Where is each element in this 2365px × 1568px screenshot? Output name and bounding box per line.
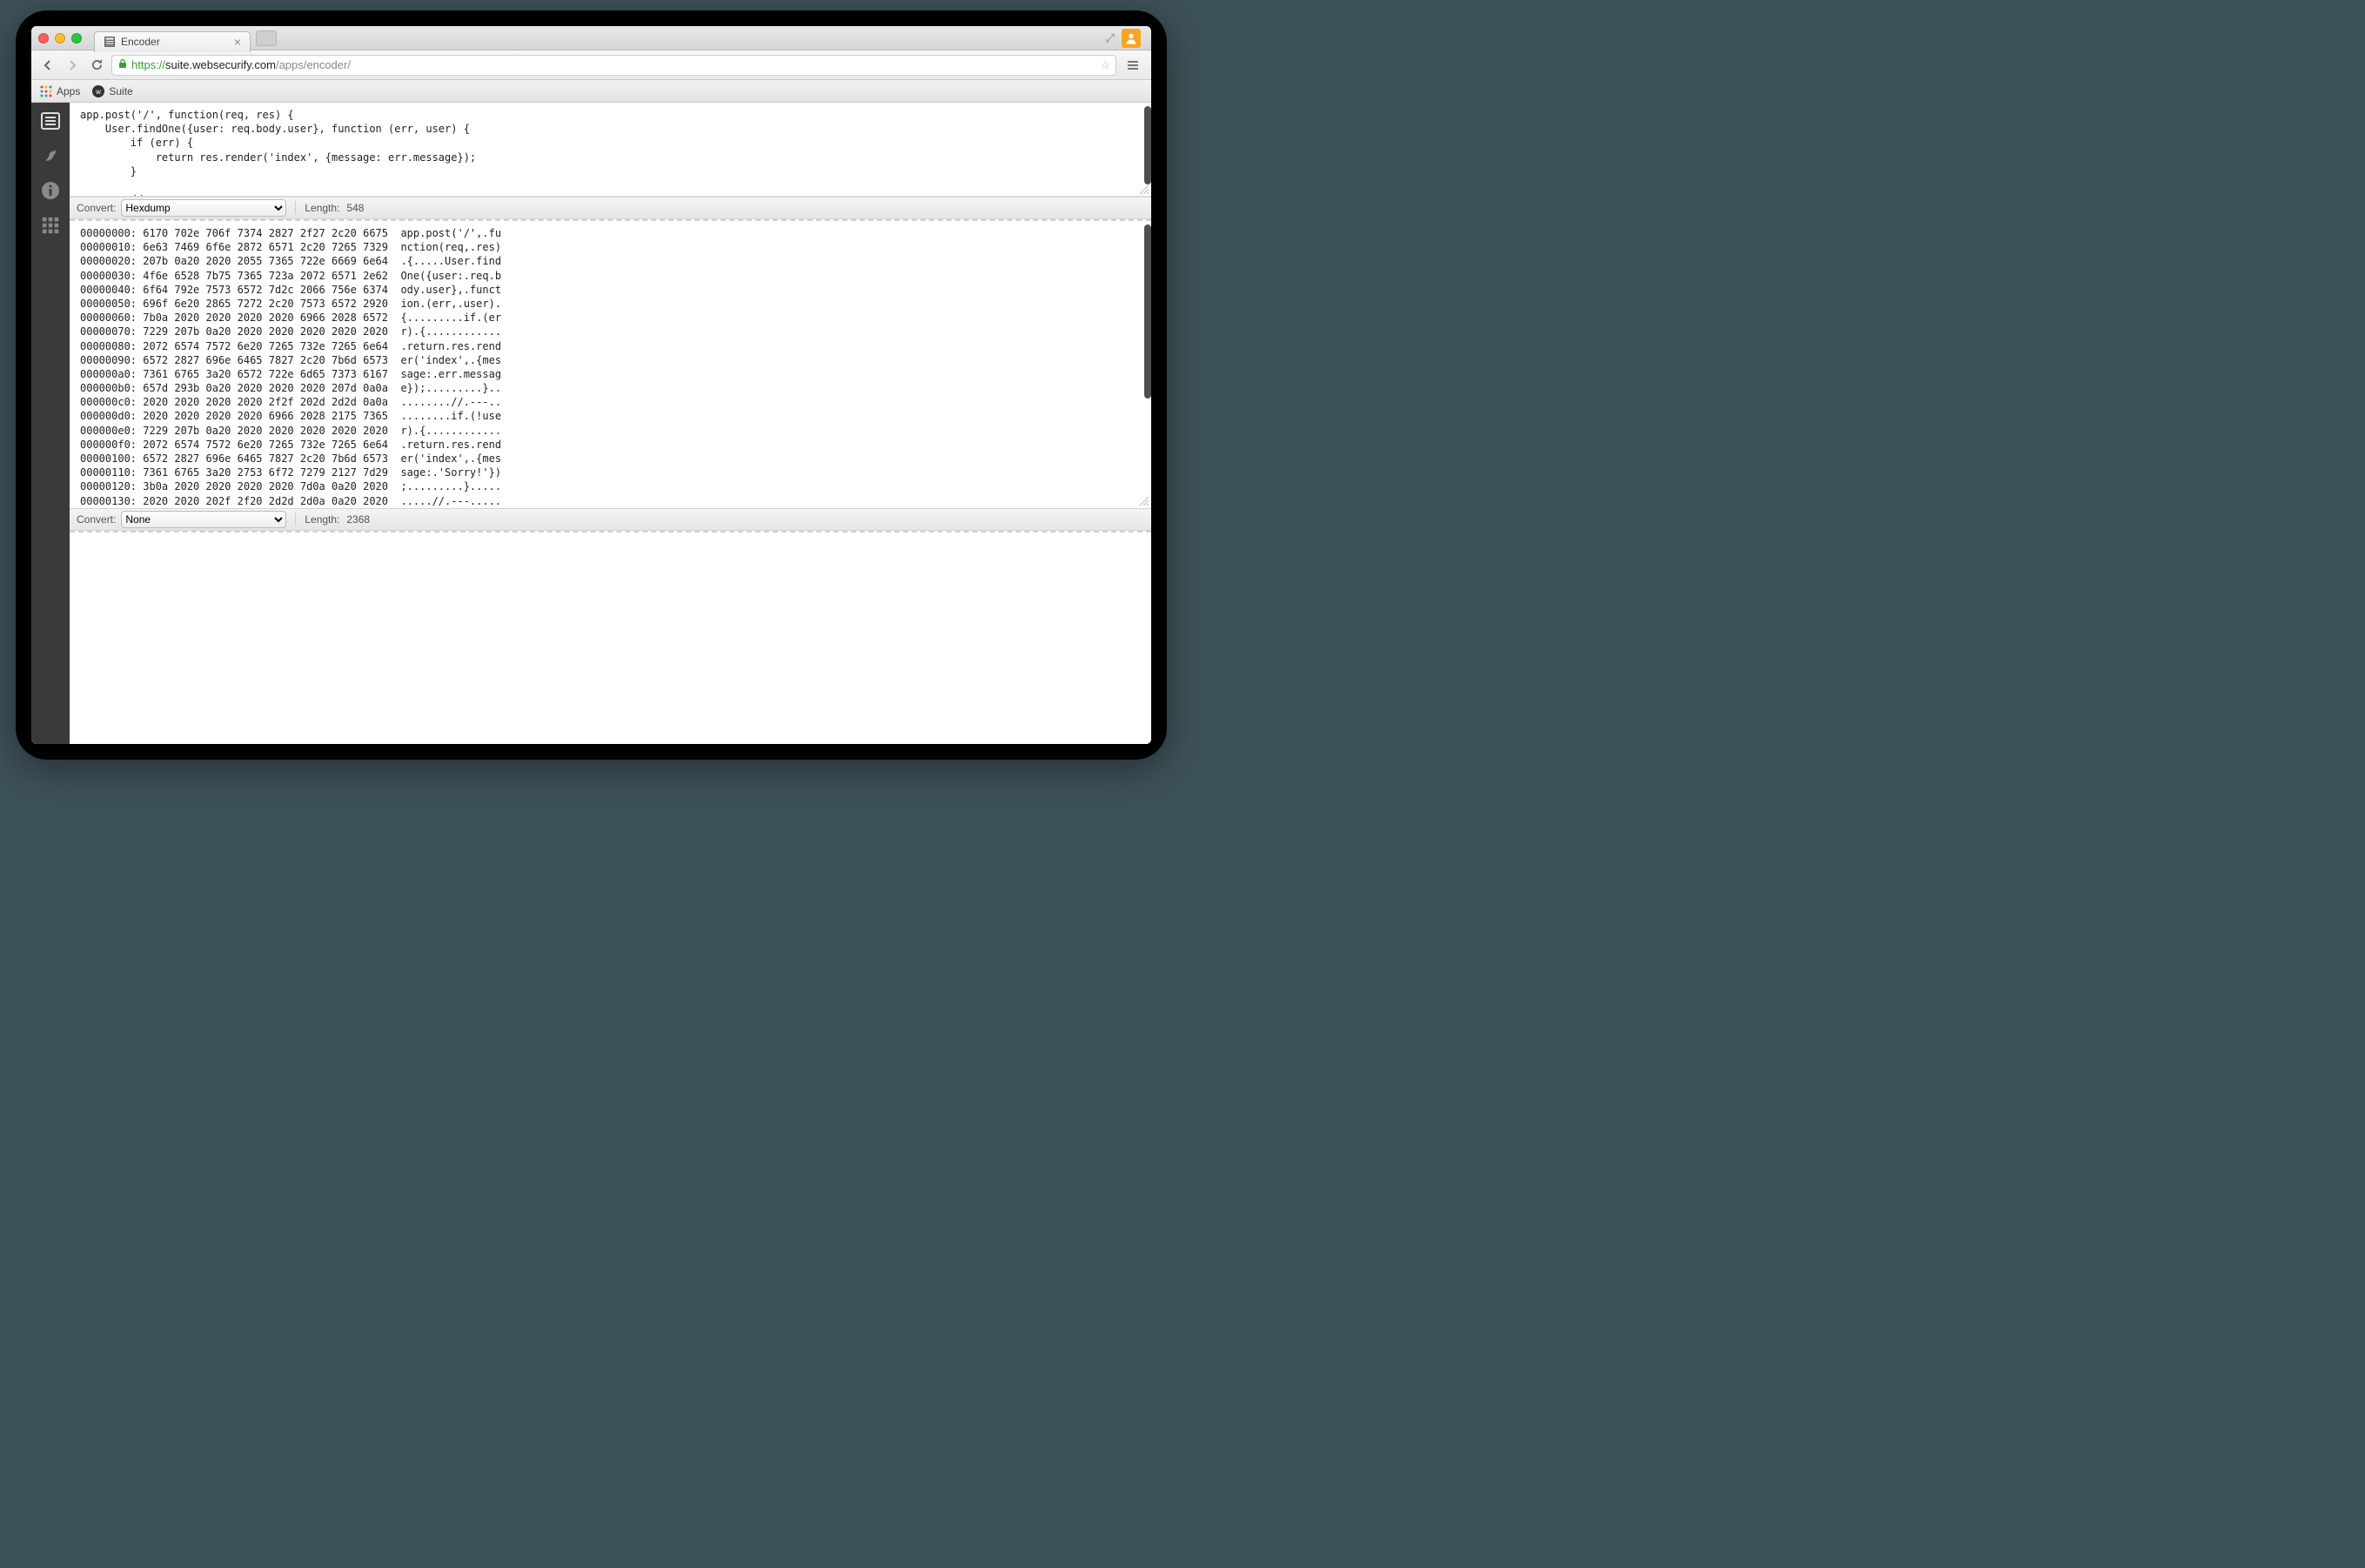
url-scheme: https:// bbox=[131, 58, 165, 71]
length-label: Length: bbox=[305, 202, 339, 214]
bookmark-suite[interactable]: w Suite bbox=[92, 85, 132, 97]
url-path: /apps/encoder/ bbox=[276, 58, 351, 71]
separator bbox=[295, 513, 296, 526]
empty-area bbox=[70, 533, 1151, 744]
window-controls bbox=[38, 33, 82, 44]
bookmarks-bar: Apps w Suite bbox=[31, 80, 1151, 103]
minimize-window-button[interactable] bbox=[55, 33, 65, 44]
app-body: app.post('/', function(req, res) { User.… bbox=[31, 103, 1151, 744]
output-toolbar: Convert: NoneHexdumpBase64URLHTML Length… bbox=[70, 508, 1151, 531]
sidebar-info-icon[interactable] bbox=[39, 179, 62, 202]
bookmark-label: Apps bbox=[57, 85, 80, 97]
output-textarea[interactable]: 00000000: 6170 702e 706f 7374 2827 2f27 … bbox=[70, 221, 1151, 508]
back-button[interactable] bbox=[38, 56, 57, 75]
convert-label: Convert: bbox=[77, 513, 116, 526]
sidebar-list-icon[interactable] bbox=[39, 110, 62, 132]
app-sidebar bbox=[31, 103, 70, 744]
length-label: Length: bbox=[305, 513, 339, 526]
chrome-menu-button[interactable] bbox=[1122, 56, 1144, 75]
sidebar-bird-icon[interactable] bbox=[39, 144, 62, 167]
input-convert-select[interactable]: NoneHexdumpBase64URLHTML bbox=[121, 199, 286, 217]
forward-button[interactable] bbox=[63, 56, 82, 75]
lock-icon bbox=[117, 58, 128, 71]
browser-tab[interactable]: Encoder × bbox=[94, 31, 251, 52]
sidebar-grid-icon[interactable] bbox=[39, 214, 62, 237]
fullscreen-icon[interactable]: ⤢ bbox=[1106, 31, 1115, 45]
separator bbox=[295, 201, 296, 215]
svg-text:w: w bbox=[95, 88, 101, 96]
scrollbar-thumb[interactable] bbox=[1144, 224, 1151, 399]
bookmark-star-icon[interactable]: ☆ bbox=[1100, 58, 1110, 72]
address-input[interactable]: https://suite.websecurify.com/apps/encod… bbox=[111, 55, 1116, 76]
new-tab-button[interactable] bbox=[256, 30, 277, 46]
tab-favicon-icon bbox=[104, 36, 116, 48]
zoom-window-button[interactable] bbox=[71, 33, 82, 44]
url-bar: https://suite.websecurify.com/apps/encod… bbox=[31, 50, 1151, 80]
url-text: https://suite.websecurify.com/apps/encod… bbox=[131, 58, 1096, 71]
input-pane-wrap: app.post('/', function(req, res) { User.… bbox=[70, 103, 1151, 197]
input-length-value: 548 bbox=[346, 202, 364, 214]
output-pane-wrap: 00000000: 6170 702e 706f 7374 2827 2f27 … bbox=[70, 221, 1151, 508]
tab-title: Encoder bbox=[121, 36, 160, 48]
bookmark-apps[interactable]: Apps bbox=[40, 85, 80, 97]
output-convert-select[interactable]: NoneHexdumpBase64URLHTML bbox=[121, 511, 286, 528]
url-host: suite.websecurify.com bbox=[165, 58, 276, 71]
input-toolbar: Convert: NoneHexdumpBase64URLHTML Length… bbox=[70, 197, 1151, 219]
apps-grid-icon bbox=[40, 85, 52, 97]
main-content: app.post('/', function(req, res) { User.… bbox=[70, 103, 1151, 744]
close-window-button[interactable] bbox=[38, 33, 49, 44]
bookmark-label: Suite bbox=[109, 85, 132, 97]
tab-strip: Encoder × ⤢ bbox=[31, 26, 1151, 50]
tab-close-icon[interactable]: × bbox=[234, 36, 241, 48]
reload-button[interactable] bbox=[87, 56, 106, 75]
device-frame: Encoder × ⤢ bbox=[16, 10, 1167, 760]
profile-avatar[interactable] bbox=[1122, 29, 1141, 48]
suite-favicon-icon: w bbox=[92, 85, 104, 97]
scrollbar-thumb[interactable] bbox=[1144, 106, 1151, 184]
input-textarea[interactable]: app.post('/', function(req, res) { User.… bbox=[70, 103, 1151, 197]
convert-label: Convert: bbox=[77, 202, 116, 214]
output-length-value: 2368 bbox=[346, 513, 370, 526]
browser-window: Encoder × ⤢ bbox=[31, 26, 1151, 744]
